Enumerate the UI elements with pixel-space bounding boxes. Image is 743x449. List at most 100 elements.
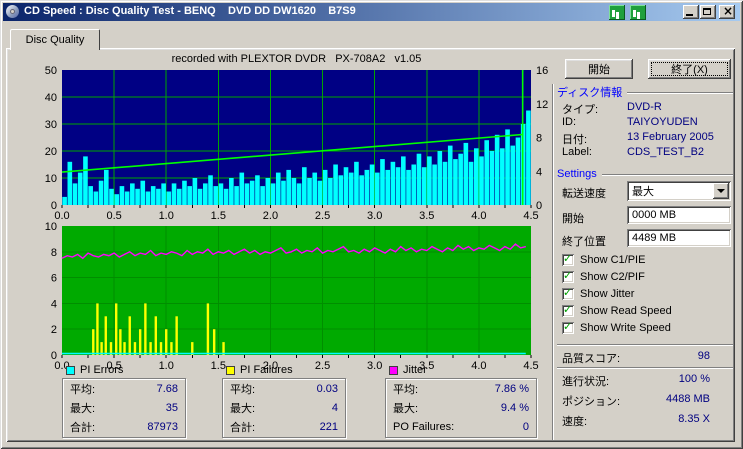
divider-line [627,92,733,94]
pi-errors-box: 平均: 7.68 最大: 35 合計: 87973 [62,378,186,438]
chevron-down-icon [717,189,725,197]
jitter-box: 平均: 7.86 % 最大: 9.4 % PO Failures: 0 [385,378,537,438]
checkbox-show-c2-pif[interactable]: Show C2/PIF [562,269,645,284]
checkbox-label: Show C2/PIF [580,271,645,283]
recorded-with-label: recorded with PLEXTOR DVDR PX-708A2 v1.0… [171,53,422,65]
pi-errors-legend-label: PI Errors [80,364,124,376]
stat-value: 7.86 % [494,382,529,395]
start-position-field[interactable]: 0000 MB [627,206,731,224]
end-position-label: 終了位置 [562,236,606,248]
stat-value: 221 [319,420,338,433]
speed-value: 8.35 X [678,413,710,425]
stat-row: PO Failures: 0 [386,417,536,436]
disc-info-section-header: ディスク情報 [557,84,733,100]
stat-row: 最大: 9.4 % [386,398,536,417]
checkbox-label: Show Jitter [580,288,635,300]
stat-row: 平均: 7.68 [63,379,185,398]
tab-label: Disc Quality [25,34,85,46]
jitter-color-swatch [389,365,398,375]
pi-failures-box: 平均: 0.03 最大: 4 合計: 221 [222,378,346,438]
minimize-icon [686,14,693,16]
speed-label: 速度: [562,416,588,428]
window-title: CD Speed : Disc Quality Test - BENQ DVD … [24,5,356,17]
transfer-speed-select[interactable]: 最大 [627,181,731,201]
checkbox-box[interactable] [562,303,574,317]
end-position-value: 4489 MB [632,232,677,244]
dropdown-button[interactable] [713,183,729,199]
progress-value: 100 % [678,373,710,385]
stat-row: 合計: 87973 [63,417,185,436]
disc-type-value: DVD-R [627,101,662,113]
stat-label: 平均: [393,383,419,396]
jitter-legend: Jitter [389,364,537,376]
settings-section-header: Settings [557,168,733,180]
stat-row: 合計: 221 [223,417,345,436]
checkbox-label: Show Read Speed [580,305,672,317]
divider-line [557,344,733,346]
end-position-field[interactable]: 4489 MB [627,229,731,247]
checkbox-show-write-speed[interactable]: Show Write Speed [562,320,671,335]
settings-title: Settings [557,168,597,180]
checkbox-box[interactable] [562,286,574,300]
titlebar-drive-icon [630,5,646,20]
stat-label: 最大: [230,402,256,415]
stat-value: 87973 [147,420,178,433]
start-position-value: 0000 MB [632,209,677,221]
stat-value: 9.4 % [500,401,529,414]
disc-label-value: CDS_TEST_B2 [627,146,705,158]
checkbox-show-c1-pie[interactable]: Show C1/PIE [562,252,646,267]
pi-errors-legend: PI Errors [66,364,186,376]
quality-score-value: 98 [697,350,710,362]
disc-type-label: タイプ: [562,104,599,116]
titlebar-chart-icon [609,5,625,20]
pi-failures-legend: PI Failures [226,364,346,376]
start-button[interactable]: 開始 [565,59,633,79]
stat-value: 7.68 [156,382,178,395]
checkbox-box[interactable] [562,320,574,334]
stat-label: 最大: [70,402,96,415]
panel-divider [552,84,554,440]
stat-label: 合計: [230,421,256,434]
stat-value: 35 [165,401,178,414]
stat-row: 平均: 0.03 [223,379,345,398]
checkbox-label: Show C1/PIE [580,254,646,266]
app-window: CD Speed : Disc Quality Test - BENQ DVD … [0,0,743,449]
start-button-label: 開始 [588,64,610,76]
close-button[interactable] [719,4,735,19]
divider-line [601,174,733,176]
quality-score-label: 品質スコア: [562,353,621,365]
app-cd-icon [6,5,20,19]
checkbox-show-jitter[interactable]: Show Jitter [562,286,635,301]
minimize-button[interactable] [683,5,699,19]
transfer-speed-label: 転送速度 [562,188,606,200]
transfer-speed-value: 最大 [632,186,654,198]
stat-label: 平均: [230,383,256,396]
stat-label: 最大: [393,402,419,415]
stat-value: 0 [522,420,529,433]
checkbox-show-read-speed[interactable]: Show Read Speed [562,303,672,318]
progress-label: 進行状況: [562,376,610,388]
stat-value: 0.03 [316,382,338,395]
checkbox-box[interactable] [562,269,574,283]
pi-failures-color-swatch [226,365,235,375]
jitter-legend-label: Jitter [403,364,427,376]
checkbox-label: Show Write Speed [580,322,671,334]
disc-info-title: ディスク情報 [557,87,623,99]
divider-line [557,367,733,369]
exit-button-label: 終了(X) [671,64,708,76]
exit-button[interactable]: 終了(X) [648,59,731,79]
stat-label: 平均: [70,383,96,396]
checkbox-box[interactable] [562,252,574,266]
jitter-stats: Jitter 平均: 7.86 % 最大: 9.4 % PO Failures:… [385,364,537,438]
stat-row: 最大: 4 [223,398,345,417]
stat-value: 4 [331,401,338,414]
disc-date-label: 日付: [562,134,588,146]
disc-id-label: ID: [562,116,577,128]
pi-errors-color-swatch [66,365,75,375]
stat-label: 合計: [70,421,96,434]
tab-disc-quality[interactable]: Disc Quality [10,29,100,50]
maximize-button[interactable] [700,5,716,19]
pi-failures-legend-label: PI Failures [240,364,293,376]
stat-row: 最大: 35 [63,398,185,417]
pi-errors-stats: PI Errors 平均: 7.68 最大: 35 合計: 87973 [62,364,186,438]
